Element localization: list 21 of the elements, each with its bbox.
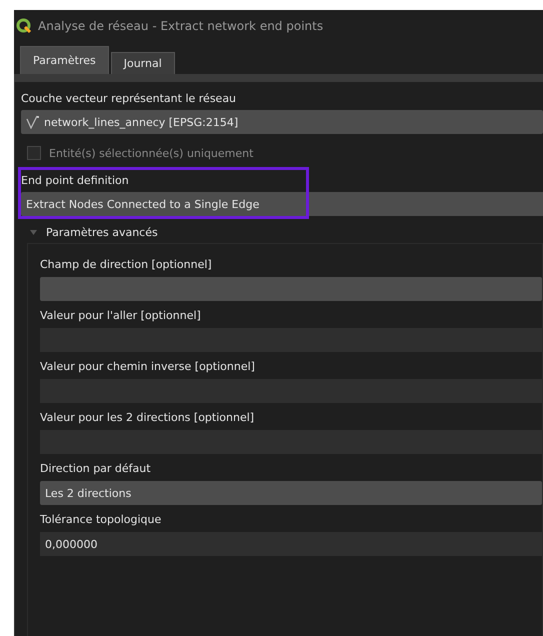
field-label: End point definition (21, 173, 130, 189)
app-logo-icon (16, 18, 32, 34)
field-label: Valeur pour l'aller [optionnel] (40, 308, 202, 324)
tab[interactable]: Journal (110, 52, 175, 74)
dropdown-field[interactable]: Les 2 directions (40, 481, 542, 505)
field-label: Direction par défaut (40, 461, 152, 477)
field-label: Couche vecteur représentant le réseau (21, 91, 238, 107)
dropdown-field[interactable]: network_lines_annecy [EPSG:2154] (21, 110, 543, 134)
input-field[interactable]: 0,000000 (40, 532, 542, 556)
field-label: Tolérance topologique (40, 512, 162, 528)
field-label: Champ de direction [optionnel] (40, 257, 213, 273)
section-title[interactable]: Paramètres avancés (46, 226, 158, 239)
field-label: Valeur pour chemin inverse [optionnel] (40, 359, 256, 375)
collapse-arrow-icon[interactable] (29, 228, 38, 237)
line-layer-icon (26, 115, 40, 129)
field-label: Valeur pour les 2 directions [optionnel] (40, 410, 256, 426)
checkbox-label: Entité(s) sélectionnée(s) uniquement (49, 146, 254, 160)
window-title: Analyse de réseau - Extract network end points (38, 19, 324, 33)
dropdown-field[interactable] (40, 277, 542, 301)
tab[interactable]: Paramètres (20, 46, 109, 74)
dropdown-field[interactable]: Extract Nodes Connected to a Single Edge (21, 192, 543, 216)
